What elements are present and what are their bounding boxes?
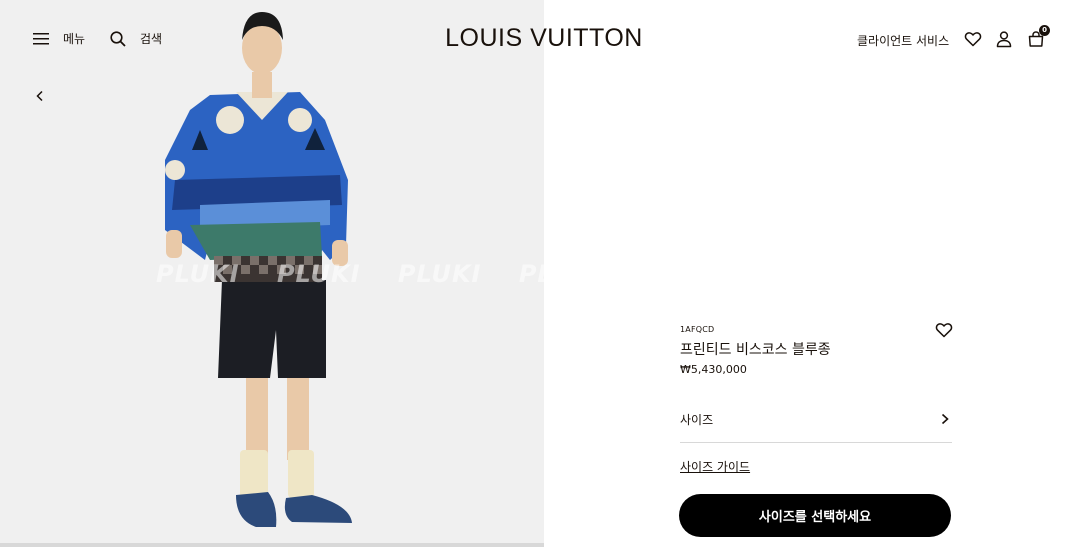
select-size-button[interactable]: 사이즈를 선택하세요 bbox=[679, 494, 951, 537]
cart-count-badge: 0 bbox=[1039, 25, 1050, 36]
user-icon bbox=[996, 31, 1012, 48]
add-to-wishlist-heart-icon[interactable] bbox=[935, 322, 953, 338]
search-label: 검색 bbox=[140, 32, 163, 46]
size-label: 사이즈 bbox=[680, 412, 714, 427]
product-price: ₩5,430,000 bbox=[680, 363, 747, 376]
search-icon bbox=[110, 30, 126, 47]
search-button[interactable]: 검색 bbox=[110, 30, 162, 47]
menu-label: 메뉴 bbox=[63, 32, 86, 46]
site-header: 메뉴 검색 LOUIS VUITTON 클라이언트 서비스 0 bbox=[0, 0, 1080, 78]
cart-button[interactable]: 0 bbox=[1027, 25, 1050, 48]
heart-icon bbox=[964, 32, 982, 47]
size-selector[interactable]: 사이즈 bbox=[680, 400, 952, 443]
watermark-text: PLUKI PLUKI PLUKI PLUKI PLUKI bbox=[156, 260, 544, 288]
brand-logo[interactable]: LOUIS VUITTON bbox=[444, 24, 644, 53]
menu-button[interactable]: 메뉴 bbox=[33, 30, 85, 47]
client-service-link[interactable]: 클라이언트 서비스 bbox=[857, 32, 949, 49]
product-title: 프린티드 비스코스 블루종 bbox=[680, 342, 831, 358]
wishlist-button[interactable] bbox=[964, 30, 982, 48]
image-scroll-indicator bbox=[0, 543, 544, 547]
hamburger-icon bbox=[33, 32, 49, 44]
product-sku: 1AFQCD bbox=[680, 325, 715, 334]
product-image: PLUKI PLUKI PLUKI PLUKI PLUKI bbox=[0, 0, 544, 547]
size-guide-link[interactable]: 사이즈 가이드 bbox=[680, 458, 750, 475]
chevron-right-icon bbox=[941, 413, 949, 425]
account-button[interactable] bbox=[995, 30, 1013, 48]
chevron-left-icon[interactable] bbox=[33, 89, 47, 103]
